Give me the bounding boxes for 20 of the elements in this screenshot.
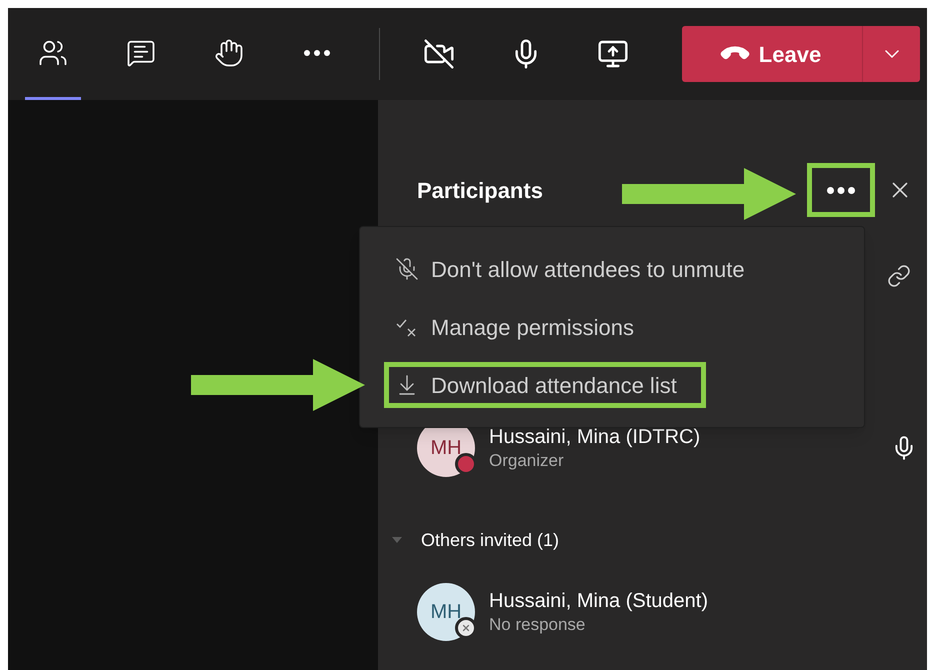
microphone-off-icon <box>395 257 419 281</box>
participant-row[interactable]: MH Hussaini, Mina (Student) No response <box>378 580 927 644</box>
more-options-button[interactable] <box>807 163 875 217</box>
participant-role: Organizer <box>489 450 565 472</box>
leave-button[interactable]: Leave <box>682 26 862 82</box>
participant-role: No response <box>489 614 586 636</box>
panel-title: Participants <box>417 176 543 205</box>
link-icon[interactable] <box>887 264 911 288</box>
participant-name: Hussaini, Mina (IDTRC) <box>489 425 702 450</box>
participant-name: Hussaini, Mina (Student) <box>489 589 709 614</box>
section-header[interactable]: Others invited (1) <box>421 526 560 554</box>
avatar: MH <box>417 583 475 641</box>
camera-off-icon <box>423 38 455 70</box>
more-icon <box>827 186 855 194</box>
menu-item[interactable]: Don't allow attendees to unmute <box>384 246 840 292</box>
menu-item[interactable]: Manage permissions <box>384 304 840 350</box>
menu-item[interactable]: Download attendance list <box>384 362 706 408</box>
more-icon <box>304 50 330 56</box>
raised-hand-icon <box>214 38 244 68</box>
share-screen-icon <box>597 38 629 70</box>
